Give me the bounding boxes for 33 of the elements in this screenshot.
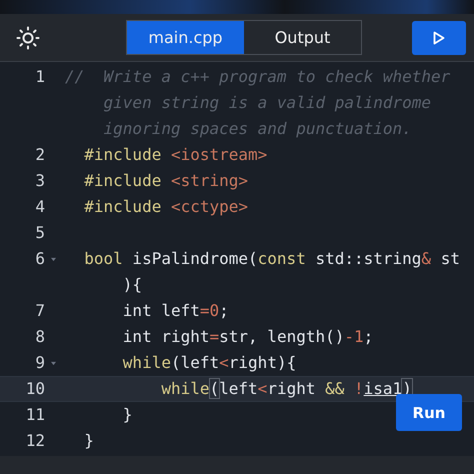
code-line: ){ <box>122 274 142 296</box>
file-tab[interactable]: main.cpp <box>127 21 244 54</box>
brightness-icon[interactable] <box>16 26 40 50</box>
line-number: 2 <box>34 144 45 166</box>
line-number: 10 <box>24 378 45 400</box>
code-line: } <box>83 430 94 452</box>
code-line: while(left<right){ <box>122 352 296 374</box>
line-number: 9 <box>34 352 45 374</box>
fold-caret-icon[interactable] <box>50 361 57 366</box>
line-number: 7 <box>34 300 45 322</box>
line-number: 8 <box>34 326 45 348</box>
line-number: 6 <box>34 248 45 270</box>
code-line: // Write a c++ program to check whether <box>65 66 450 88</box>
line-number: 1 <box>34 66 45 88</box>
run-button[interactable] <box>412 20 466 54</box>
code-line: #include <string> <box>83 170 248 192</box>
code-line: int right=str, length()-1; <box>122 326 374 348</box>
line-number: 4 <box>34 196 45 218</box>
fold-caret-icon[interactable] <box>50 257 57 262</box>
line-number: 11 <box>24 404 45 426</box>
line-number: 5 <box>34 222 45 244</box>
code-line: } <box>122 404 132 426</box>
code-line: bool isPalindrome(const std::string& st <box>83 248 460 270</box>
file-tab[interactable]: Output <box>244 21 361 54</box>
play-icon <box>433 30 445 44</box>
run-button[interactable]: Run <box>396 394 462 431</box>
line-number: 3 <box>34 170 45 192</box>
line-number: 12 <box>24 430 45 452</box>
code-line: int left=0; <box>122 300 229 322</box>
code-line: ignoring spaces and punctuation. <box>102 118 412 140</box>
code-line: given string is a valid palindrome <box>102 92 432 114</box>
code-line: #include <iostream> <box>83 144 268 166</box>
code-line: #include <cctype> <box>83 196 248 218</box>
